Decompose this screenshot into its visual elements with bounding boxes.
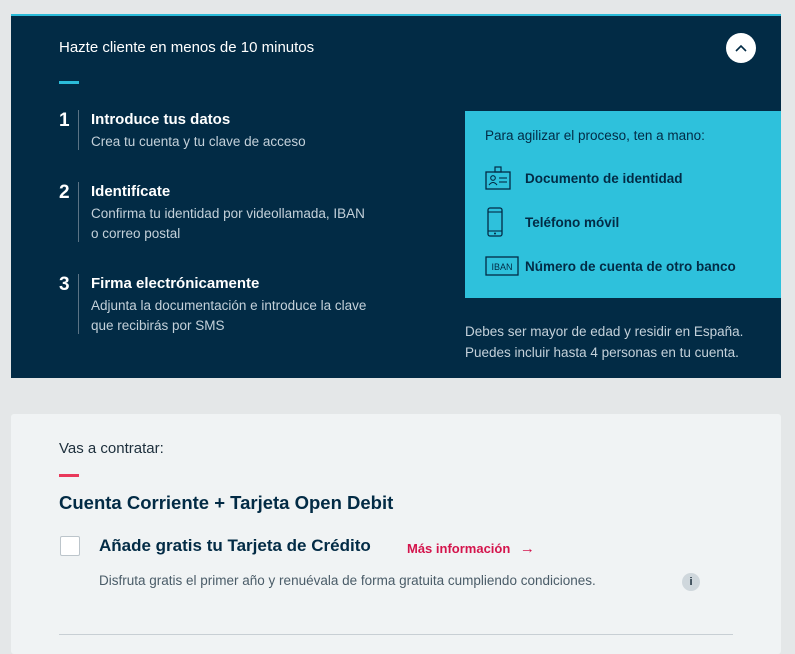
product-title: Cuenta Corriente + Tarjeta Open Debit [59, 492, 394, 513]
chevron-up-icon [735, 44, 747, 52]
section-divider [59, 634, 733, 635]
credit-card-description: Disfruta gratis el primer año y renuéval… [99, 573, 596, 588]
title-accent-bar [59, 474, 79, 477]
onboarding-panel: Hazte cliente en menos de 10 minutos 1 I… [11, 14, 781, 378]
note-line: Puedes incluir hasta 4 personas en tu cu… [465, 345, 739, 360]
note-line: Debes ser mayor de edad y residir en Esp… [465, 324, 744, 339]
step-desc-line: Crea tu cuenta y tu clave de acceso [91, 134, 306, 149]
requirement-id-document: Documento de identidad [485, 163, 683, 193]
more-info-label: Más información [407, 541, 511, 556]
step-divider [78, 182, 79, 242]
id-card-icon [485, 163, 519, 193]
step-description: Crea tu cuenta y tu clave de acceso [91, 132, 421, 152]
requirements-box: Para agilizar el proceso, ten a mano: Do… [465, 111, 781, 298]
requirement-label: Documento de identidad [525, 170, 683, 186]
requirement-label: Número de cuenta de otro banco [525, 258, 736, 274]
step-divider [78, 274, 79, 334]
step-divider [78, 110, 79, 150]
contract-card: Vas a contratar: Cuenta Corriente + Tarj… [11, 414, 781, 654]
step-desc-line: que recibirás por SMS [91, 318, 225, 333]
more-info-link[interactable]: Más información → [407, 540, 535, 557]
requirement-iban: IBAN Número de cuenta de otro banco [485, 251, 736, 281]
step-number: 1 [59, 110, 70, 131]
step-number: 3 [59, 274, 70, 295]
requirements-heading: Para agilizar el proceso, ten a mano: [485, 128, 705, 143]
svg-text:IBAN: IBAN [491, 262, 512, 272]
arrow-right-icon: → [519, 540, 535, 557]
iban-icon: IBAN [485, 251, 519, 281]
step-title: Identifícate [91, 183, 171, 200]
collapse-button[interactable] [726, 33, 756, 63]
credit-card-option-label[interactable]: Añade gratis tu Tarjeta de Crédito [99, 536, 371, 556]
requirement-mobile-phone: Teléfono móvil [485, 207, 619, 237]
step-desc-line: Adjunta la documentación e introduce la … [91, 298, 367, 313]
panel-title: Hazte cliente en menos de 10 minutos [59, 39, 315, 56]
step-description: Confirma tu identidad por videollamada, … [91, 204, 421, 244]
contract-pre-title: Vas a contratar: [59, 440, 164, 457]
requirement-label: Teléfono móvil [525, 214, 620, 230]
step-desc-line: Confirma tu identidad por videollamada, … [91, 206, 365, 221]
mobile-phone-icon [485, 207, 519, 237]
eligibility-note: Debes ser mayor de edad y residir en Esp… [465, 321, 743, 363]
step-title: Firma electrónicamente [91, 275, 260, 292]
info-icon[interactable]: i [682, 573, 700, 591]
step-title: Introduce tus datos [91, 111, 231, 128]
title-accent-bar [59, 81, 79, 84]
step-description: Adjunta la documentación e introduce la … [91, 296, 421, 336]
credit-card-checkbox[interactable] [60, 536, 80, 556]
step-desc-line: o correo postal [91, 226, 181, 241]
step-number: 2 [59, 182, 70, 203]
